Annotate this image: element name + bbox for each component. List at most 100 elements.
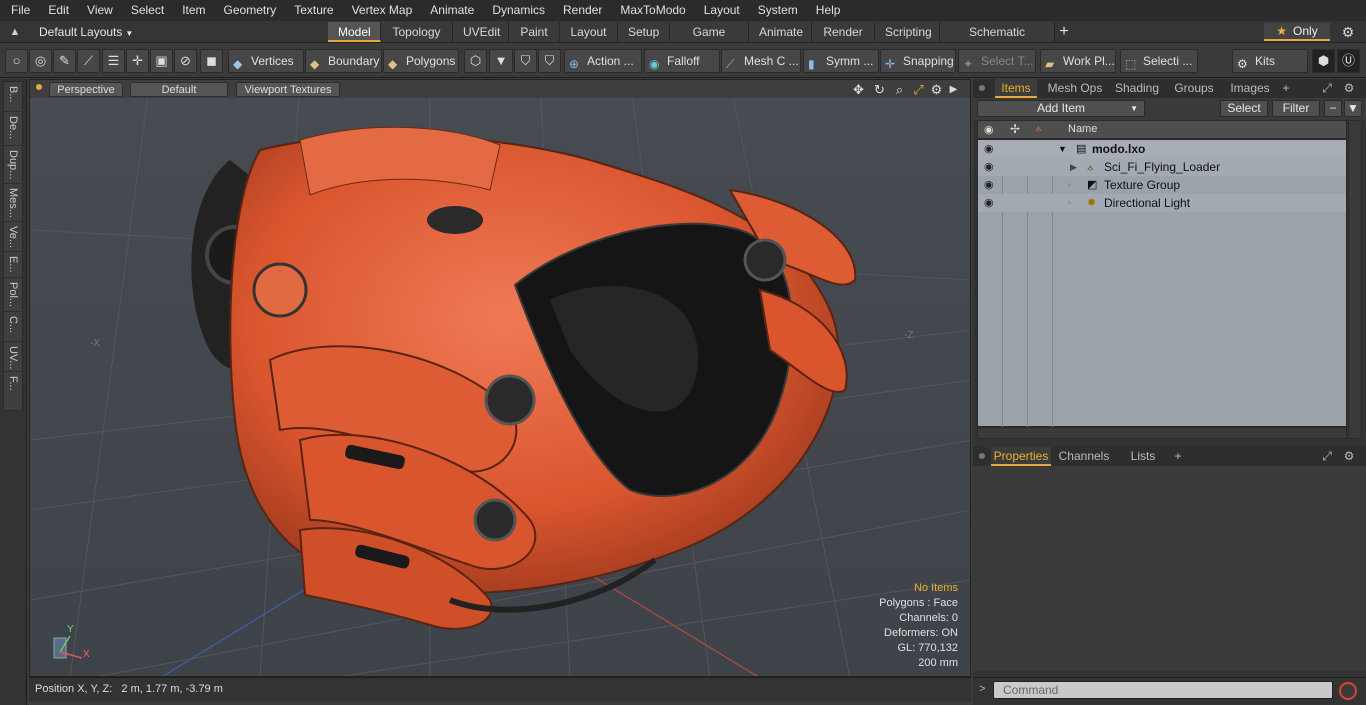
action-center-button[interactable]: ⊕ Action ... <box>564 49 642 73</box>
tab-paint[interactable]: Paint <box>509 22 560 42</box>
rotate-view-icon[interactable]: ↻ <box>871 81 888 98</box>
align-icon[interactable]: ☰ <box>102 49 125 73</box>
left-tab-uv[interactable]: UV... <box>4 342 22 372</box>
tab-schematic-fusion[interactable]: Schematic Fusion <box>940 22 1055 59</box>
cube-icon[interactable]: ◼ <box>200 49 223 73</box>
tab-uvedit[interactable]: UVEdit <box>453 22 509 42</box>
tab-game-tools[interactable]: Game Tools <box>670 22 749 59</box>
view-mode-button[interactable]: Perspective <box>49 82 123 97</box>
tab-lists[interactable]: Lists <box>1123 447 1163 466</box>
menu-help[interactable]: Help <box>807 0 850 21</box>
left-tab-polygon[interactable]: Pol... <box>4 278 22 312</box>
expand-right-icon[interactable]: ▶ <box>945 81 962 98</box>
menu-maxtomodo[interactable]: MaxToModo <box>611 0 694 21</box>
symmetry-button[interactable]: ▮ Symm ... <box>803 49 879 73</box>
expand-triangle-icon[interactable]: ▶ <box>1070 158 1077 176</box>
falloff-button[interactable]: ◉ Falloff <box>644 49 720 73</box>
left-tab-fusion[interactable]: F... <box>4 372 22 408</box>
selection-sets-button[interactable]: ⬚ Selecti ... <box>1120 49 1198 73</box>
gear-icon[interactable]: ⚙ <box>1337 23 1359 41</box>
tab-layout[interactable]: Layout <box>560 22 618 42</box>
element-icon[interactable]: ▣ <box>150 49 173 73</box>
unreal-icon[interactable]: Ⓤ <box>1337 49 1360 73</box>
item-row-scene[interactable]: ◉ ▼ ▤ modo.lxo <box>978 140 1346 158</box>
brush-icon[interactable]: ⟋ <box>77 49 100 73</box>
add-panel-tab-icon[interactable]: + <box>1279 79 1293 98</box>
tab-render[interactable]: Render <box>812 22 875 42</box>
item-row-light[interactable]: ◉ ◦ ✹ Directional Light <box>978 194 1346 212</box>
tab-mesh-ops[interactable]: Mesh Ops <box>1045 79 1105 98</box>
items-vertical-scrollbar[interactable] <box>1348 120 1362 439</box>
menu-edit[interactable]: Edit <box>39 0 78 21</box>
viewport-gear-icon[interactable]: ⚙ <box>928 81 945 98</box>
tab-items[interactable]: Items <box>995 79 1037 98</box>
menu-geometry[interactable]: Geometry <box>215 0 286 21</box>
item-row-texture-group[interactable]: ◉ ◦ ◩ Texture Group <box>978 176 1346 194</box>
menu-animate[interactable]: Animate <box>421 0 483 21</box>
tab-properties[interactable]: Properties <box>991 447 1051 466</box>
select-circle-icon[interactable]: ○ <box>5 49 28 73</box>
viewport-menu-dot-icon[interactable] <box>36 84 42 90</box>
move-view-icon[interactable]: ✥ <box>850 81 867 98</box>
type-column-icon[interactable]: ⟑ <box>1035 122 1042 135</box>
menu-layout[interactable]: Layout <box>695 0 749 21</box>
left-tab-deform[interactable]: De... <box>4 112 22 146</box>
item-row-mesh[interactable]: ◉ ▶ ⟑ Sci_Fi_Flying_Loader <box>978 158 1346 176</box>
visibility-eye-icon[interactable]: ◉ <box>984 143 996 155</box>
expand-panel-icon[interactable]: ⤢ <box>1319 79 1335 98</box>
name-column-header[interactable]: Name <box>1068 123 1097 135</box>
no-entry-icon[interactable]: ⊘ <box>174 49 197 73</box>
visibility-eye-icon[interactable]: ◉ <box>984 161 996 173</box>
snap-grid-icon[interactable]: ✛ <box>126 49 149 73</box>
vertices-button[interactable]: ◆ Vertices <box>228 49 304 73</box>
left-tab-vertex[interactable]: Ve... <box>4 222 22 252</box>
visibility-eye-icon[interactable]: ◉ <box>984 197 996 209</box>
select-button[interactable]: Select <box>1220 100 1268 117</box>
command-input[interactable]: Command <box>993 681 1333 699</box>
panel-menu-dot-icon[interactable] <box>979 453 985 459</box>
collapse-triangle-icon[interactable]: ▼ <box>1058 140 1067 158</box>
panel-gear-icon[interactable]: ⚙ <box>1341 79 1357 98</box>
menu-render[interactable]: Render <box>554 0 611 21</box>
menu-system[interactable]: System <box>749 0 807 21</box>
menu-vertex-map[interactable]: Vertex Map <box>343 0 422 21</box>
panel-menu-dot-icon[interactable] <box>979 85 985 91</box>
3d-viewport[interactable]: Y X -X -Z Perspective Default Viewport T… <box>29 79 971 677</box>
record-macro-icon[interactable] <box>1339 682 1357 700</box>
add-tab-icon[interactable]: + <box>1055 22 1073 42</box>
maximize-view-icon[interactable]: ⤢ <box>910 81 927 98</box>
left-tab-curve[interactable]: C... <box>4 312 22 342</box>
shading-mode-button[interactable]: Default <box>130 82 228 97</box>
tab-channels[interactable]: Channels <box>1057 447 1111 466</box>
tab-setup[interactable]: Setup <box>618 22 670 42</box>
panel-gear-icon[interactable]: ⚙ <box>1341 447 1357 466</box>
kits-button[interactable]: ⚙ Kits <box>1232 49 1308 73</box>
collapse-icon[interactable]: − <box>1324 100 1342 117</box>
left-tab-duplicate[interactable]: Dup... <box>4 146 22 184</box>
boundary-button[interactable]: ◆ Boundary <box>305 49 382 73</box>
left-tab-edge[interactable]: E... <box>4 252 22 278</box>
mesh-constraint-button[interactable]: ⟋ Mesh C ... <box>721 49 801 73</box>
menu-view[interactable]: View <box>78 0 122 21</box>
tab-model[interactable]: Model <box>328 22 381 42</box>
snapping-button[interactable]: ✛ Snapping <box>880 49 956 73</box>
item-mode-icon[interactable]: ⬡ <box>464 49 487 73</box>
tab-shading[interactable]: Shading <box>1109 79 1165 98</box>
filter-button[interactable]: Filter <box>1272 100 1320 117</box>
unity-icon[interactable]: ⬢ <box>1312 49 1335 73</box>
tab-topology[interactable]: Topology <box>381 22 453 42</box>
visibility-eye-icon[interactable]: ◉ <box>984 179 996 191</box>
select-through-button[interactable]: ✦ Select T... <box>958 49 1036 73</box>
tab-animate[interactable]: Animate <box>749 22 812 42</box>
globe-icon[interactable]: ◎ <box>29 49 52 73</box>
menu-file[interactable]: File <box>0 0 39 21</box>
menu-select[interactable]: Select <box>122 0 173 21</box>
layout-expand-icon[interactable]: ▲ <box>8 24 22 40</box>
expand-panel-icon[interactable]: ⤢ <box>1319 447 1335 466</box>
menu-texture[interactable]: Texture <box>285 0 342 21</box>
tab-scripting[interactable]: Scripting <box>875 22 940 42</box>
tab-groups[interactable]: Groups <box>1169 79 1219 98</box>
layout-select[interactable]: Default Layouts ▼ <box>36 23 136 41</box>
only-toggle-button[interactable]: ★ Only <box>1264 23 1330 41</box>
left-tab-basic[interactable]: B... <box>4 82 22 112</box>
